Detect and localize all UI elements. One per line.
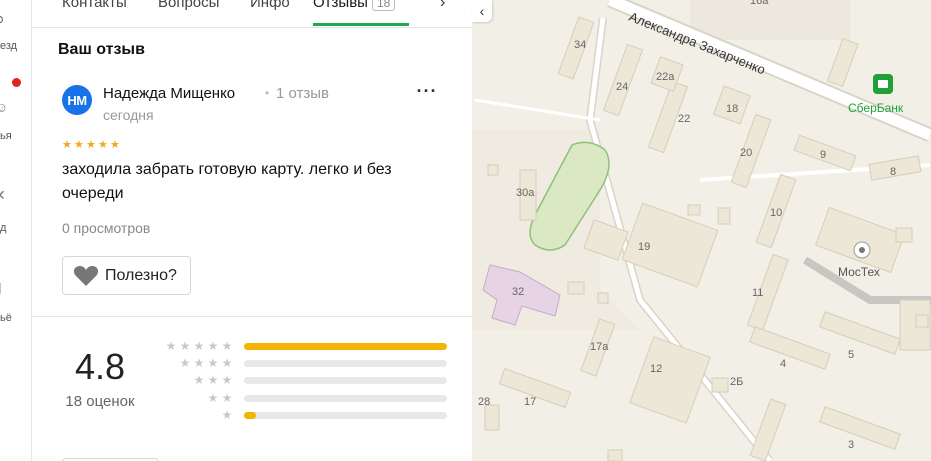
svg-text:5: 5 bbox=[848, 349, 854, 361]
more-dots-icon[interactable]: ··· bbox=[413, 82, 441, 105]
svg-text:28: 28 bbox=[478, 396, 490, 408]
nav-label-misc[interactable]: д bbox=[0, 222, 6, 234]
svg-text:22а: 22а bbox=[656, 71, 675, 83]
star-icon: ★ bbox=[179, 356, 191, 370]
separator-dot: • bbox=[265, 86, 270, 100]
star-icon: ★ bbox=[62, 139, 72, 151]
svg-text:СберБанк: СберБанк bbox=[848, 101, 904, 115]
chevron-left-icon: ‹ bbox=[479, 3, 485, 19]
avatar[interactable]: НМ bbox=[62, 85, 92, 115]
tab-info[interactable]: Инфо bbox=[250, 0, 290, 11]
svg-text:11: 11 bbox=[752, 287, 763, 299]
svg-text:2Б: 2Б bbox=[730, 376, 743, 388]
svg-text:12: 12 bbox=[650, 363, 662, 375]
tab-reviews-label: Отзывы bbox=[313, 0, 368, 11]
reviews-count-badge: 18 bbox=[371, 0, 396, 12]
helpful-label: Полезно? bbox=[105, 266, 177, 284]
star-icon: ★ bbox=[207, 356, 219, 370]
histogram-fill-1 bbox=[244, 412, 257, 419]
nav-label-people[interactable]: ья bbox=[0, 130, 12, 142]
star-icon: ★ bbox=[98, 139, 108, 151]
svg-text:17а: 17а bbox=[590, 341, 609, 353]
histogram-bar-5 bbox=[244, 343, 447, 350]
histogram-bar-1 bbox=[244, 412, 447, 419]
histogram-fill-5 bbox=[244, 343, 447, 350]
histogram-stars-2: ★ ★ bbox=[158, 392, 234, 404]
svg-text:34: 34 bbox=[574, 39, 586, 51]
histogram-bar-3 bbox=[244, 377, 447, 384]
svg-text:32: 32 bbox=[512, 286, 524, 298]
svg-text:30а: 30а bbox=[516, 187, 535, 199]
histogram-bar-2 bbox=[244, 395, 447, 402]
star-icon: ★ bbox=[207, 373, 219, 387]
app-root: 34 24 22а 18 22 20 30а 19 10 9 8 11 32 1… bbox=[0, 0, 931, 461]
nav-label-route[interactable]: езд bbox=[0, 40, 17, 52]
star-icon: ★ bbox=[207, 339, 219, 353]
star-icon: ★ bbox=[193, 373, 205, 387]
star-icon: ★ bbox=[221, 408, 233, 422]
star-icon: ★ bbox=[74, 139, 84, 151]
left-navigation: езд ⚲ ☺ ья ✕ д ▯ ьё bbox=[0, 0, 32, 461]
svg-text:8: 8 bbox=[890, 166, 896, 178]
star-icon: ★ bbox=[221, 391, 233, 405]
tab-bar: Контакты Вопросы Инфо Отзывы 18 › bbox=[32, 0, 472, 28]
rating-count: 18 оценок bbox=[65, 393, 135, 410]
star-icon: ★ bbox=[165, 339, 177, 353]
route-icon[interactable]: ⚲ bbox=[0, 14, 8, 28]
notification-dot bbox=[12, 78, 21, 87]
tab-reviews[interactable]: Отзывы 18 bbox=[313, 0, 396, 12]
section-divider bbox=[32, 316, 472, 317]
collapse-panel-button[interactable]: ‹ bbox=[472, 0, 492, 22]
svg-text:20: 20 bbox=[740, 147, 752, 159]
svg-text:3: 3 bbox=[848, 439, 854, 451]
person-icon[interactable]: ☺ bbox=[0, 100, 8, 114]
tab-contacts[interactable]: Контакты bbox=[62, 0, 127, 11]
review-views: 0 просмотров bbox=[62, 220, 151, 236]
star-icon: ★ bbox=[179, 339, 191, 353]
histogram-stars-5: ★ ★ ★ ★ ★ bbox=[158, 340, 234, 352]
your-review-heading: Ваш отзыв bbox=[58, 41, 145, 58]
histogram-bar-4 bbox=[244, 360, 447, 367]
svg-text:4: 4 bbox=[780, 358, 786, 370]
histogram-stars-4: ★ ★ ★ ★ bbox=[158, 357, 234, 369]
review-author-name[interactable]: Надежда Мищенко bbox=[103, 85, 235, 102]
author-review-count: 1 отзыв bbox=[276, 85, 330, 102]
tab-questions[interactable]: Вопросы bbox=[158, 0, 219, 11]
org-card-panel: Контакты Вопросы Инфо Отзывы 18 › Ваш отз… bbox=[32, 0, 472, 461]
svg-text:18: 18 bbox=[726, 103, 738, 115]
star-icon: ★ bbox=[193, 356, 205, 370]
rating-value: 4.8 bbox=[74, 346, 126, 387]
helpful-button[interactable]: Полезно? bbox=[62, 256, 191, 295]
star-icon: ★ bbox=[86, 139, 96, 151]
nav-label-phone[interactable]: ьё bbox=[0, 312, 12, 324]
star-icon: ★ bbox=[110, 139, 120, 151]
svg-text:17: 17 bbox=[524, 396, 536, 408]
histogram-stars-1: ★ bbox=[158, 409, 234, 421]
review-stars: ★ ★ ★ ★ ★ bbox=[62, 140, 121, 151]
svg-text:19: 19 bbox=[638, 241, 650, 253]
chevron-right-icon[interactable]: › bbox=[440, 0, 445, 12]
star-icon: ★ bbox=[207, 391, 219, 405]
review-date: сегодня bbox=[103, 107, 154, 123]
svg-text:10: 10 bbox=[770, 207, 782, 219]
histogram-stars-3: ★ ★ ★ bbox=[158, 374, 234, 386]
close-icon[interactable]: ✕ bbox=[0, 188, 8, 202]
review-text: заходила забрать готовую карту. легко и … bbox=[62, 161, 392, 202]
star-icon: ★ bbox=[221, 339, 233, 353]
svg-text:24: 24 bbox=[616, 81, 628, 93]
svg-text:22: 22 bbox=[678, 113, 690, 125]
heart-icon bbox=[73, 265, 99, 286]
star-icon: ★ bbox=[221, 373, 233, 387]
svg-text:МосТех: МосТех bbox=[838, 265, 880, 279]
svg-text:9: 9 bbox=[820, 149, 826, 161]
svg-text:16а: 16а bbox=[750, 0, 769, 7]
star-icon: ★ bbox=[221, 356, 233, 370]
phone-icon[interactable]: ▯ bbox=[0, 280, 8, 294]
active-tab-indicator bbox=[313, 23, 409, 26]
star-icon: ★ bbox=[193, 339, 205, 353]
